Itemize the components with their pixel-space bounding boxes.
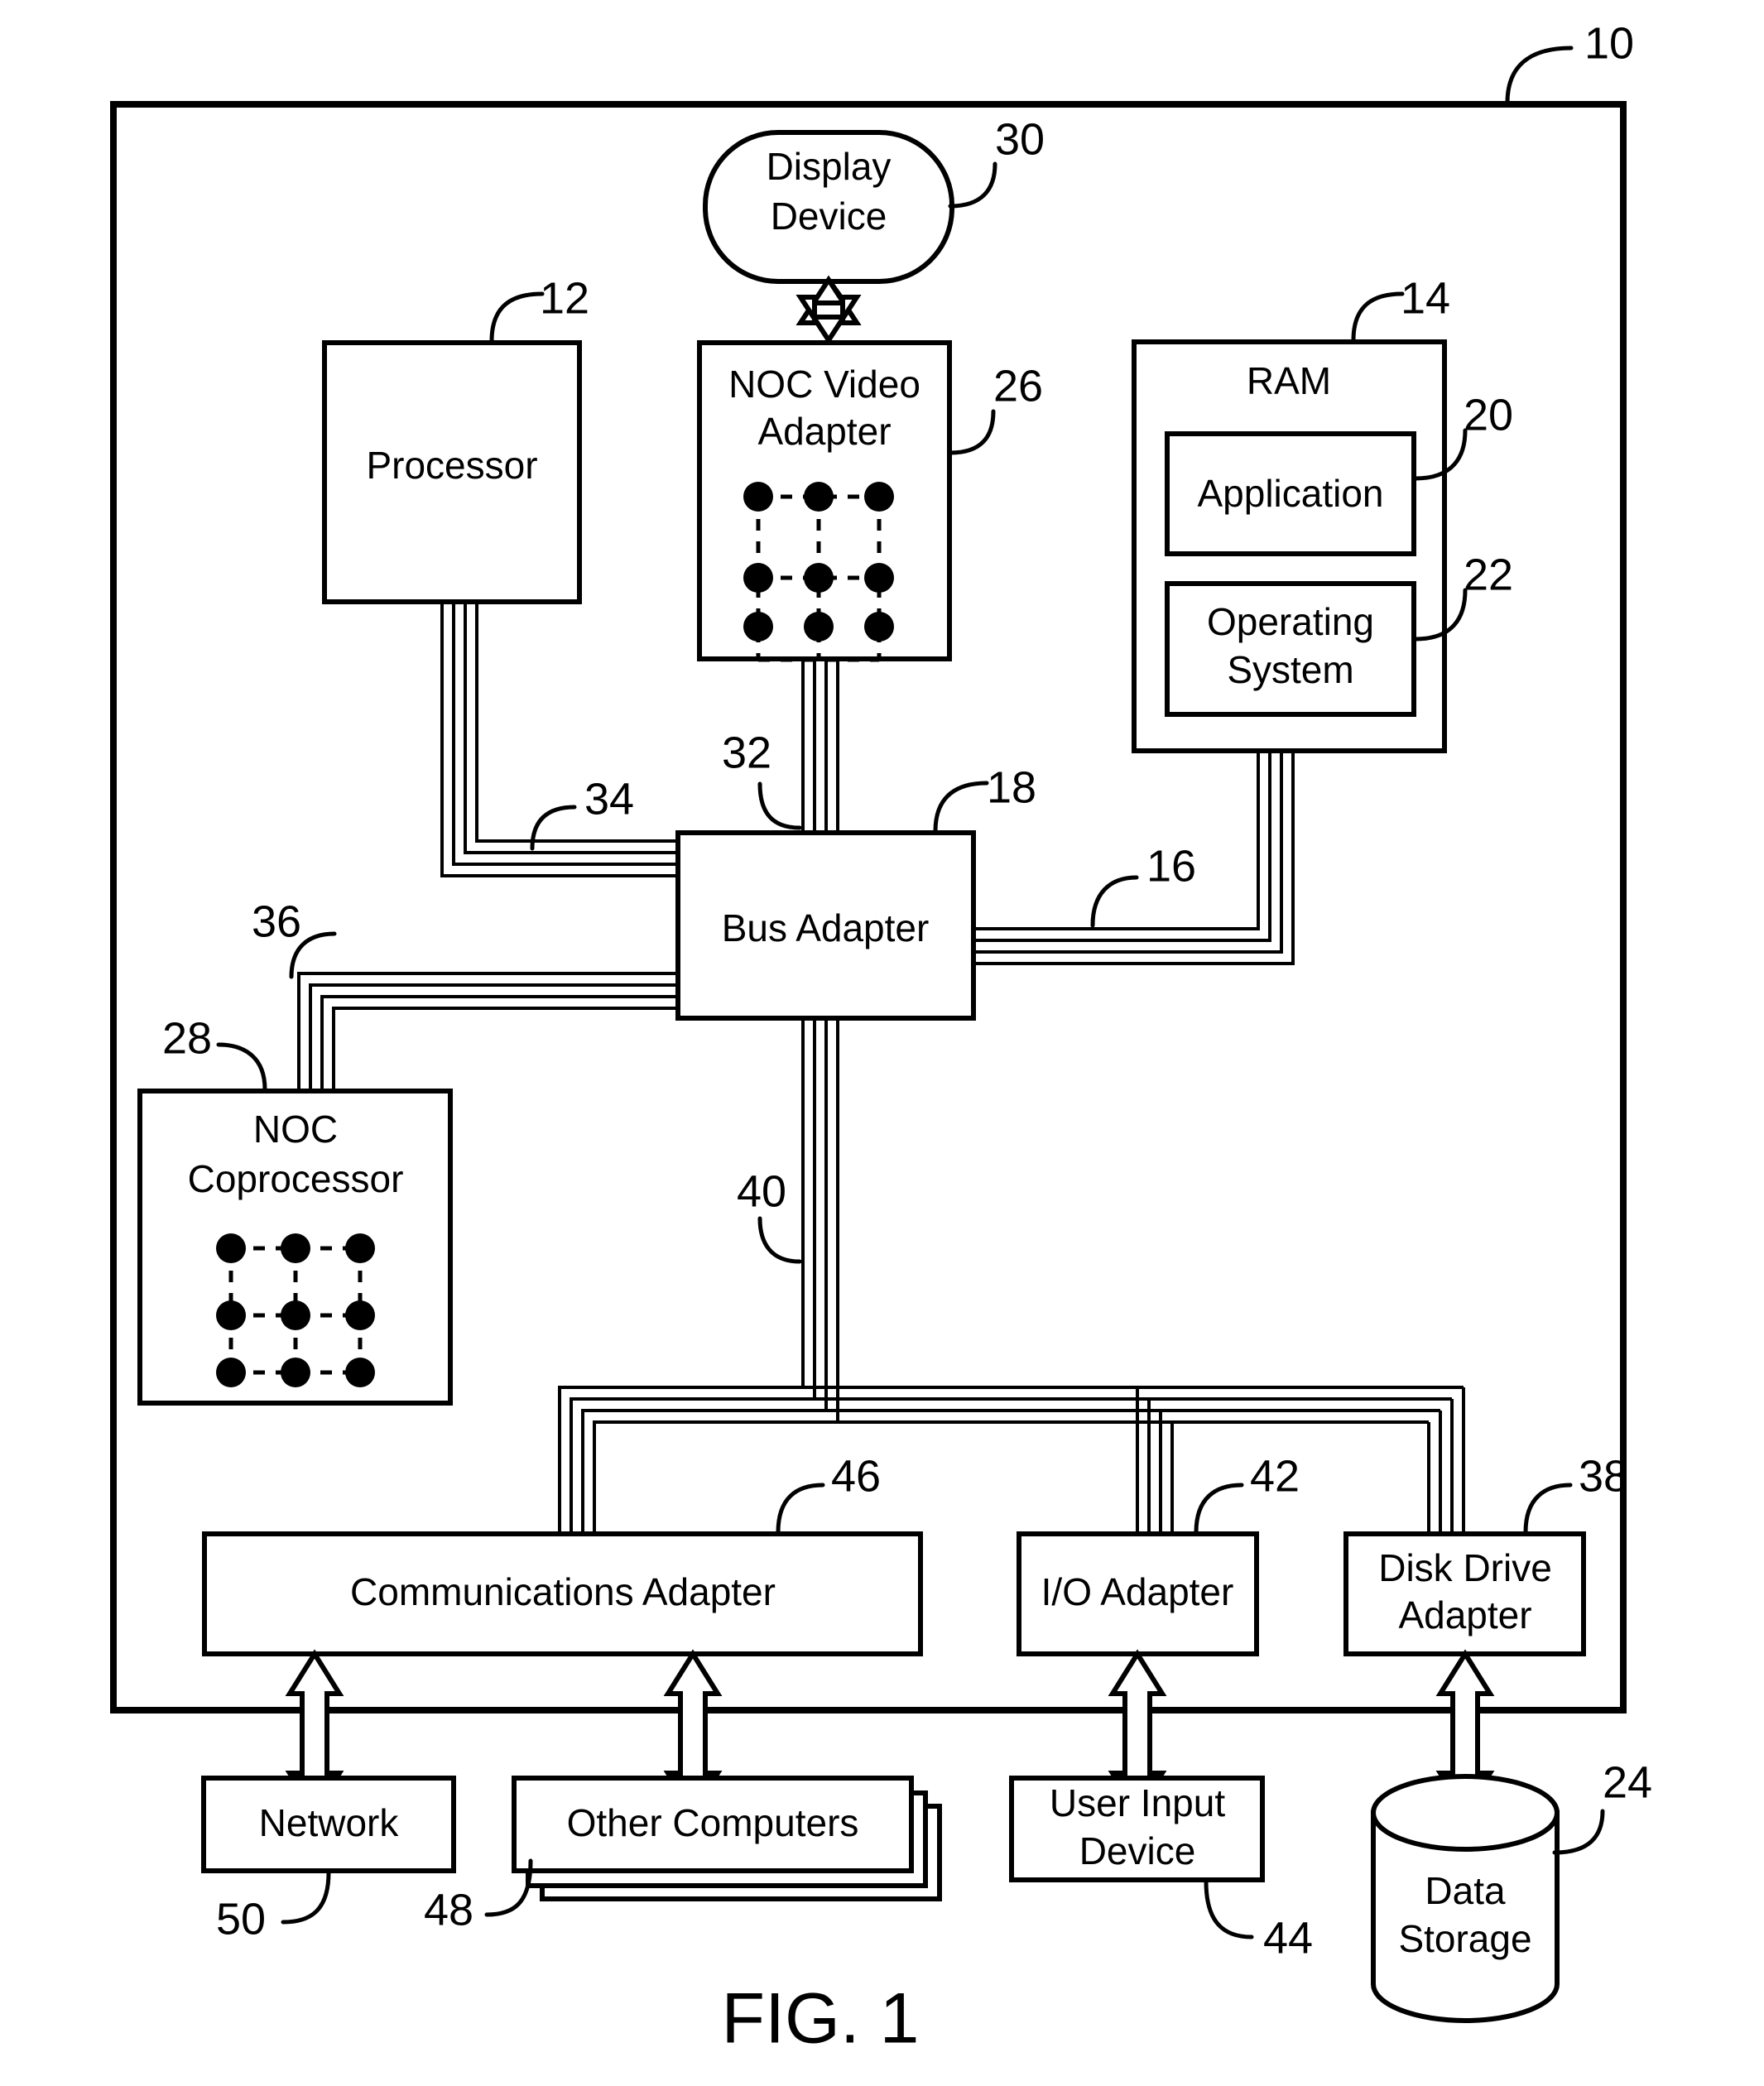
noc-coprocessor-mesh: [216, 1233, 375, 1387]
user-input-device-label-line1: User Input: [1050, 1781, 1225, 1824]
ref-label-other-computers: 48: [424, 1885, 473, 1935]
leader-line-user-input-device: [1204, 1879, 1254, 1939]
ref-label-user-input-device: 44: [1263, 1913, 1313, 1963]
ref-label-display-device: 30: [995, 114, 1045, 164]
bus-adapter-label: Bus Adapter: [722, 906, 930, 949]
io-adapter-label: I/O Adapter: [1041, 1570, 1234, 1613]
display-device-label-line1: Display: [767, 145, 892, 188]
leader-line-system: [1505, 46, 1574, 105]
user-input-device-label-line2: Device: [1079, 1829, 1196, 1872]
application-label: Application: [1197, 472, 1383, 515]
processor-label: Processor: [366, 444, 537, 487]
ref-label-operating-system: 22: [1464, 550, 1513, 599]
ref-label-processor: 12: [540, 273, 589, 323]
noc-video-mesh: [743, 482, 894, 662]
data-storage-label-line2: Storage: [1398, 1917, 1531, 1960]
leader-line-data-storage: [1552, 1809, 1605, 1855]
ref-label-data-storage: 24: [1603, 1757, 1652, 1807]
ref-label-network: 50: [216, 1894, 266, 1944]
figure-caption: FIG. 1: [722, 1979, 920, 2059]
ref-label-noc-video: 26: [993, 361, 1043, 411]
noc-coprocessor-label-line1: NOC: [253, 1108, 338, 1151]
communications-adapter-label: Communications Adapter: [350, 1570, 776, 1613]
ref-label-disk-drive-adapter: 38: [1579, 1451, 1628, 1501]
ref-label-io-adapter: 42: [1250, 1451, 1300, 1501]
ram-label: RAM: [1247, 359, 1331, 402]
noc-coprocessor-label-line2: Coprocessor: [188, 1157, 404, 1200]
ref-label-processor-bus: 34: [584, 774, 634, 824]
ref-label-application: 20: [1464, 390, 1513, 440]
ref-label-expansion-bus: 40: [737, 1166, 786, 1216]
ref-label-bus-adapter: 18: [987, 762, 1036, 812]
ref-label-video-bus: 32: [722, 728, 771, 777]
ref-label-ram: 14: [1401, 273, 1450, 323]
disk-drive-adapter-label-line2: Adapter: [1398, 1593, 1531, 1637]
disk-drive-adapter-label-line1: Disk Drive: [1378, 1546, 1552, 1589]
noc-video-adapter-label-line1: NOC Video: [728, 363, 920, 406]
ref-label-system: 10: [1584, 18, 1634, 68]
noc-video-adapter-label-line2: Adapter: [757, 410, 891, 453]
network-label: Network: [259, 1801, 400, 1844]
ref-label-communications-adapter: 46: [831, 1451, 881, 1501]
ref-label-memory-bus: 16: [1146, 841, 1196, 891]
data-storage-label-line1: Data: [1425, 1869, 1506, 1912]
operating-system-label-line1: Operating: [1207, 600, 1374, 643]
display-device-label-line2: Device: [771, 195, 887, 238]
patent-figure: 10 Display Device 30 Processor 12 NOC Vi…: [0, 0, 1764, 2086]
ref-label-noc-coprocessor: 28: [162, 1013, 212, 1063]
other-computers-label: Other Computers: [567, 1801, 859, 1844]
ref-label-coprocessor-bus: 36: [252, 896, 301, 946]
leader-line-network: [281, 1870, 331, 1925]
operating-system-label-line2: System: [1227, 648, 1353, 691]
